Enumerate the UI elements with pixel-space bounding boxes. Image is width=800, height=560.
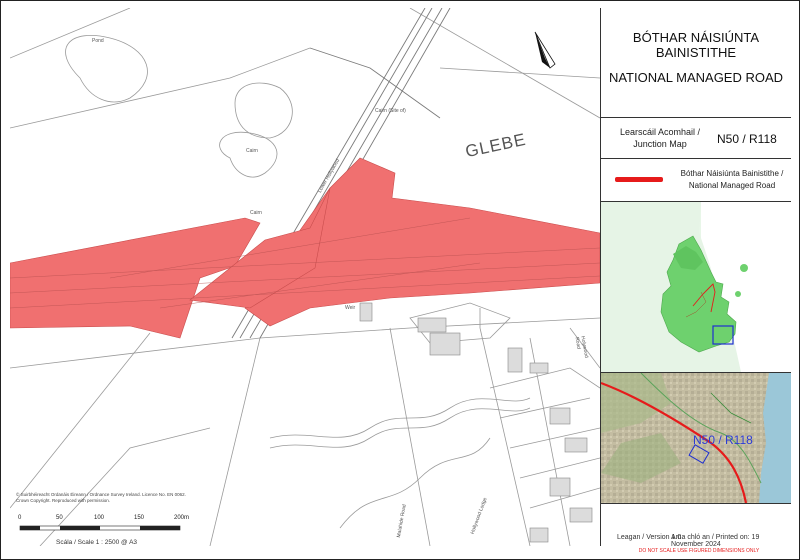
scale-caption: Scála / Scale 1 : 2500 @ A3: [56, 539, 138, 546]
map-linework: [10, 8, 600, 546]
title-irish: BÓTHAR NÁISIÚNTA BAINISTITHE: [632, 30, 760, 60]
scale-bar: 0 50 100 150 200m Scála / Scale 1 : 2500…: [16, 513, 206, 547]
printed-date: Ama chló an / Printed on: 19 November 20…: [671, 534, 760, 548]
aerial-inset[interactable]: N50 / R118: [601, 373, 791, 504]
main-map[interactable]: GLEBE Pond Cairn Cairn Cairn (Site of) L…: [10, 8, 600, 546]
scale-tick-50: 50: [56, 515, 63, 521]
scale-tick-100: 100: [94, 515, 105, 521]
copyright-credits: © Suirbhéireacht Ordanáis Éireann / Ordn…: [16, 492, 186, 503]
title-english: NATIONAL MANAGED ROAD: [608, 70, 784, 85]
scale-tick-200: 200m: [174, 515, 190, 521]
junction-map-label: Learscáil Acomhail / Junction Map: [619, 127, 701, 149]
cairn-label-1: Cairn: [246, 148, 258, 154]
footer-block: Leagan / Version 1.0 Ama chló an / Print…: [601, 504, 791, 548]
inset-label: N50 / R118: [693, 433, 753, 447]
weir-label: Weir: [345, 305, 356, 311]
pond-label: Pond: [92, 38, 104, 44]
scale-tick-0: 0: [18, 515, 22, 521]
managed-road-area: [10, 157, 600, 339]
scale-tick-150: 150: [134, 515, 145, 521]
junction-code: N50 / R118: [717, 132, 777, 146]
legend-block: Bóthar Náisiúnta Bainistithe / National …: [601, 159, 791, 202]
title-block: BÓTHAR NÁISIÚNTA BAINISTITHE NATIONAL MA…: [601, 8, 791, 118]
cairn-site-label: Cairn (Site of): [375, 108, 406, 114]
north-arrow-icon: [534, 31, 556, 69]
junction-map-block: Learscáil Acomhail / Junction Map N50 / …: [601, 118, 791, 159]
title-panel: BÓTHAR NÁISIÚNTA BAINISTITHE NATIONAL MA…: [600, 8, 791, 548]
legend-swatch-red-line: [615, 177, 663, 182]
scale-disclaimer: DO NOT SCALE USE FIGURED DIMENSIONS ONLY: [638, 548, 760, 554]
cairn-label-2: Cairn: [250, 210, 262, 216]
locator-map-graphic: [601, 202, 791, 372]
legend-label: Bóthar Náisiúnta Bainistithe / National …: [680, 169, 784, 190]
locator-map[interactable]: [601, 202, 791, 373]
